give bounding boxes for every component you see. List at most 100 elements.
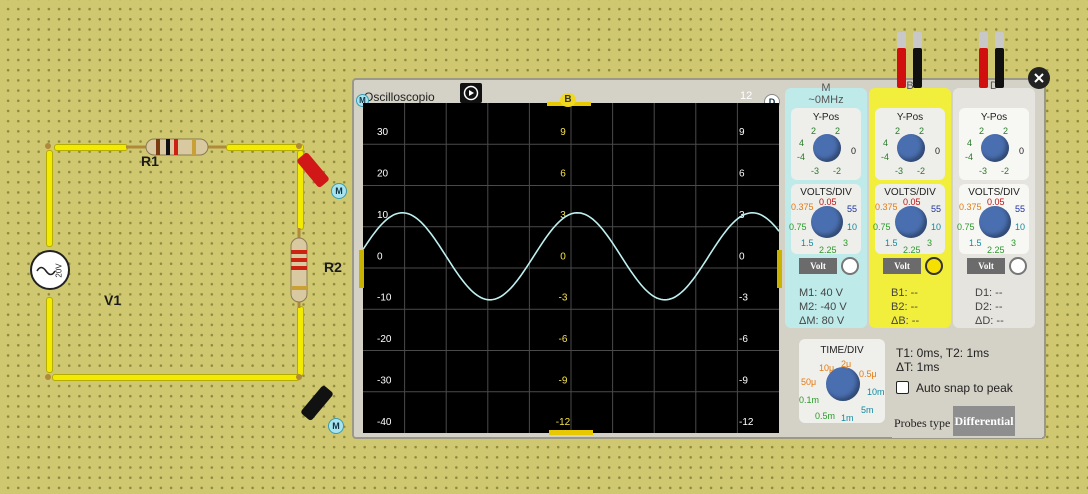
scale-num: 2: [919, 126, 925, 136]
scale-num: 5m: [861, 405, 874, 415]
scale-num: 4: [967, 138, 973, 148]
wire-top-right[interactable]: [226, 144, 304, 151]
channel-m-toggle[interactable]: [841, 257, 859, 275]
channel-b-b1: B1: --: [891, 287, 918, 299]
left-axis-label: -20: [377, 334, 392, 345]
scale-num: 2.25: [819, 245, 837, 255]
wire-bottom[interactable]: [52, 374, 300, 381]
channel-b-volt-button[interactable]: Volt: [883, 258, 921, 274]
channel-d-ypos-box: Y-Pos 2 2 4 -4 0 -3 -2: [959, 108, 1029, 180]
scale-num: 2: [979, 126, 985, 136]
scope-screen[interactable]: 30 20 10 0 -10 -20 -30 -40 9 6 3 0 -3 -6 -9 -12 9 6 3 0 -3 -6…: [362, 103, 780, 433]
resistor-icon: [290, 228, 308, 308]
wire-left-lower[interactable]: [46, 297, 53, 373]
right-axis-label: 6: [739, 168, 745, 179]
channel-b-marker[interactable]: B: [547, 93, 591, 107]
auto-snap-label: Auto snap to peak: [916, 381, 1013, 395]
probe-black[interactable]: [300, 384, 334, 422]
volts-knob[interactable]: [895, 206, 927, 238]
wire-right-lower[interactable]: [297, 306, 304, 376]
left-axis-label: -40: [377, 417, 392, 428]
scale-num: -4: [797, 152, 806, 162]
waveform-display: 3020100-10-20-30-409630-3-6-9-129630-3-6…: [362, 103, 780, 433]
channel-m-volt-button[interactable]: Volt: [799, 258, 837, 274]
wire-left-upper[interactable]: [46, 150, 53, 247]
scale-num: 0.375: [959, 202, 982, 212]
scale-num: 2μ: [841, 359, 852, 369]
resistor-r2[interactable]: [288, 228, 310, 308]
voltage-source-v1[interactable]: 20V: [30, 250, 70, 290]
probe-m-bottom[interactable]: M: [328, 418, 344, 434]
scale-num: 0: [1019, 146, 1025, 156]
scale-num: 1.5: [801, 238, 814, 248]
oscilloscope-title: Oscilloscopio: [364, 90, 435, 104]
channel-d-toggle[interactable]: [1009, 257, 1027, 275]
scale-num: 0.75: [957, 222, 975, 232]
scale-num: 2: [835, 126, 841, 136]
scale-num: 3: [927, 238, 933, 248]
left-level-marker[interactable]: [359, 250, 364, 288]
mid-axis-label: -3: [559, 293, 568, 304]
channel-b-probe-plugs[interactable]: [893, 32, 929, 90]
wire-top-left[interactable]: [54, 144, 128, 151]
right-axis-label: 0: [739, 251, 745, 262]
channel-d-d2: D2: --: [975, 301, 1003, 313]
v1-label: V1: [104, 292, 122, 308]
scale-num: 55: [931, 204, 942, 214]
scale-num: 50μ: [801, 377, 817, 387]
scale-num: -2: [833, 166, 842, 176]
ypos-knob[interactable]: [813, 134, 841, 162]
bottom-trigger-marker[interactable]: [549, 430, 593, 435]
channel-b-toggle[interactable]: [925, 257, 943, 275]
scale-num: 1.5: [885, 238, 898, 248]
volts-knob[interactable]: [979, 206, 1011, 238]
scale-num: 10: [847, 222, 858, 232]
node: [296, 374, 302, 380]
right-level-marker[interactable]: [777, 250, 782, 288]
mid-axis-label: -6: [559, 334, 568, 345]
channel-m-header: M: [821, 82, 831, 94]
node: [45, 143, 51, 149]
ypos-knob[interactable]: [897, 134, 925, 162]
channel-m-ypos-box: Y-Pos 2 2 4 -4 0 -3 -2: [791, 108, 861, 180]
differential-button[interactable]: Differential: [953, 406, 1015, 436]
scale-num: 2: [1003, 126, 1009, 136]
r1-label: R1: [141, 153, 159, 169]
channel-m-panel: M ~0MHz Y-Pos 2 2 4 -4 0 -3 -2 VOLTS/DIV…: [785, 82, 867, 328]
ypos-title: Y-Pos: [980, 112, 1008, 123]
scale-num: 4: [883, 138, 889, 148]
scale-num: 0.375: [791, 202, 814, 212]
scale-num: 3: [1011, 238, 1017, 248]
channel-d-volt-button[interactable]: Volt: [967, 258, 1005, 274]
scale-num: 10m: [867, 387, 885, 397]
auto-snap-row: Auto snap to peak: [892, 373, 1042, 403]
close-icon: [1034, 73, 1044, 83]
volts-knob[interactable]: [811, 206, 843, 238]
mid-axis-label: 0: [560, 251, 566, 262]
scale-num: 0.5m: [815, 411, 836, 421]
left-axis-label: 30: [377, 127, 389, 138]
scale-num: 0.05: [987, 197, 1005, 207]
ypos-title: Y-Pos: [896, 112, 924, 123]
right-axis-label: -6: [739, 334, 748, 345]
channel-d-dd: ΔD: --: [975, 315, 1004, 327]
channel-m-dm: ΔM: 80 V: [799, 315, 845, 327]
run-button[interactable]: [460, 83, 482, 103]
time-div-title: TIME/DIV: [820, 345, 864, 356]
left-axis-label: -10: [377, 293, 392, 304]
channel-b-panel: B Y-Pos 2 2 4 -4 0 -3 -2 VOLTS/DIV 0.375…: [869, 80, 951, 328]
scale-num: -4: [881, 152, 890, 162]
delta-t-readout: ΔT: 1ms: [896, 360, 940, 374]
scale-num: 1.5: [969, 238, 982, 248]
scale-num: -3: [895, 166, 904, 176]
close-button[interactable]: [1028, 67, 1050, 89]
ypos-knob[interactable]: [981, 134, 1009, 162]
channel-m-volts-box: VOLTS/DIV 0.375 0.05 55 0.75 10 1.5 2.25…: [789, 184, 861, 255]
channel-b-marker-label: B: [560, 93, 576, 107]
channel-b-db: ΔB: --: [891, 315, 920, 327]
channel-d-probe-plugs[interactable]: [975, 32, 1011, 90]
auto-snap-checkbox[interactable]: [896, 381, 909, 394]
scale-num: 0.1m: [799, 395, 820, 405]
probe-m-top[interactable]: M: [331, 183, 347, 199]
time-div-box: TIME/DIV 10μ 2μ 0.5μ 50μ 0.1m 10m 0.5m 1…: [799, 339, 885, 423]
